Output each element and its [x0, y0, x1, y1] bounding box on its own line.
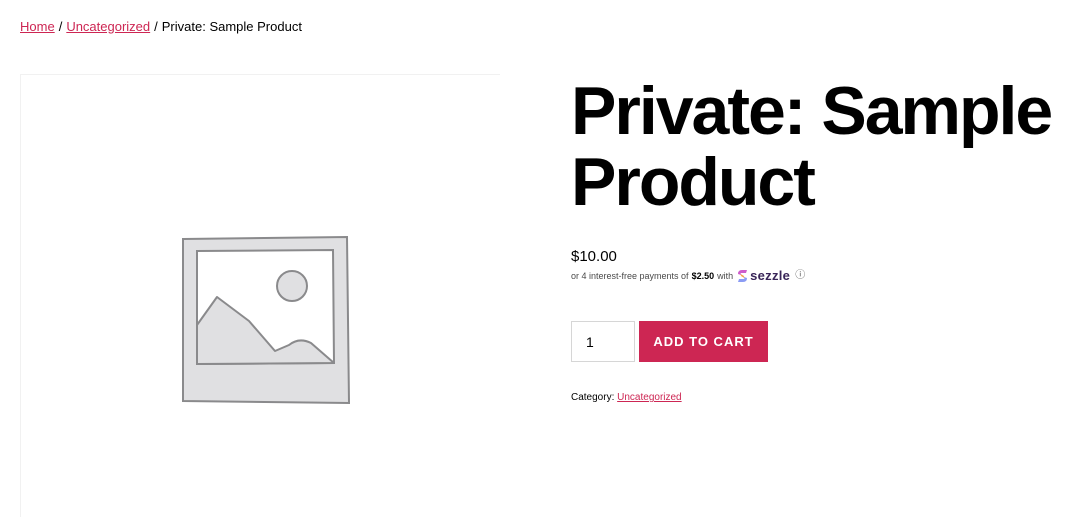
category-link[interactable]: Uncategorized: [617, 392, 681, 403]
product-page: Home / Uncategorized / Private: Sample Produ…: [0, 0, 1073, 517]
image-placeholder-icon: [182, 235, 351, 405]
sezzle-mark-icon: [738, 270, 748, 282]
product-title-line1: Private: Sample: [571, 73, 1053, 149]
sezzle-logo[interactable]: sezzle: [737, 269, 790, 283]
breadcrumb-home-link[interactable]: Home: [20, 19, 55, 34]
breadcrumb-separator: /: [154, 19, 158, 34]
info-icon[interactable]: ⓘ: [795, 269, 805, 283]
product-title-line2: Product: [571, 144, 816, 220]
product-summary: Private: Sample Product $10.00 or 4 inter…: [571, 76, 1061, 403]
sezzle-installments: or 4 interest-free payments of $2.50 wit…: [571, 269, 805, 283]
breadcrumb-category-link[interactable]: Uncategorized: [66, 19, 150, 34]
breadcrumb-separator: /: [58, 19, 63, 34]
product-gallery[interactable]: [20, 74, 500, 517]
sezzle-brand: sezzle: [750, 268, 791, 283]
add-to-cart-button[interactable]: ADD TO CART: [639, 321, 768, 362]
product-price: $10.00: [571, 248, 617, 265]
category-label: Category:: [571, 392, 615, 403]
sezzle-amount: $2.50: [691, 271, 715, 281]
sezzle-prefix: or 4 interest-free payments of: [571, 271, 689, 281]
breadcrumb-current: Private: Sample Product: [161, 19, 302, 34]
quantity-input[interactable]: 1: [571, 321, 635, 362]
sezzle-with: with: [717, 271, 734, 281]
product-title: Private: Sample Product: [571, 76, 1061, 218]
breadcrumb: Home / Uncategorized / Private: Sample Produ…: [20, 18, 302, 35]
product-meta: Category: Uncategorized: [571, 391, 682, 405]
add-to-cart-form: 1 ADD TO CART: [571, 321, 768, 362]
